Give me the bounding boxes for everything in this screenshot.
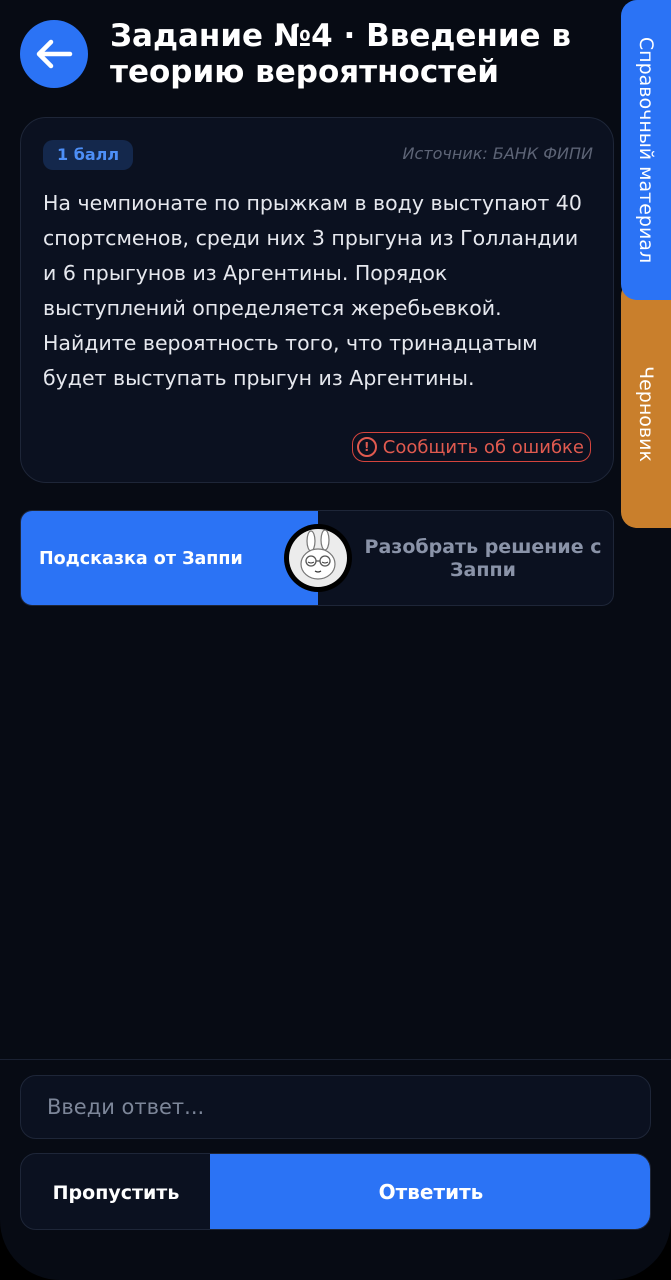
zappi-hint-bar: Подсказка от Заппи Разобрать решение с З… <box>20 510 614 606</box>
skip-button[interactable]: Пропустить <box>21 1154 211 1229</box>
zappi-hint-button[interactable]: Подсказка от Заппи <box>21 511 318 605</box>
task-source: Источник: БАНК ФИПИ <box>402 144 593 163</box>
zappi-bunny-icon <box>289 529 347 587</box>
answer-input[interactable] <box>20 1075 651 1139</box>
tab-draft[interactable]: Черновик <box>621 280 671 528</box>
exclamation-circle-icon: ! <box>356 437 377 457</box>
submit-button[interactable]: Ответить <box>210 1154 650 1229</box>
zappi-solution-button[interactable]: Разобрать решение с Заппи <box>351 511 613 605</box>
tab-reference-label: Справочный материал <box>635 36 657 264</box>
points-badge: 1 балл <box>43 140 134 170</box>
task-text: На чемпионате по прыжкам в воду выступаю… <box>43 191 582 390</box>
report-error-label: Сообщить об ошибке <box>382 436 584 458</box>
action-row: Пропустить Ответить <box>20 1153 651 1230</box>
zappi-avatar <box>284 524 352 592</box>
zappi-solution-label: Разобрать решение с Заппи <box>364 536 602 581</box>
bottom-divider <box>0 1059 671 1060</box>
tab-draft-label: Черновик <box>635 366 658 462</box>
arrow-left-icon <box>36 39 73 69</box>
tab-reference-material[interactable]: Справочный материал <box>621 0 671 300</box>
task-screen: Задание №4 · Введение в теорию вероятнос… <box>0 0 671 1280</box>
back-button[interactable] <box>20 20 88 88</box>
page-title: Задание №4 · Введение в теорию вероятнос… <box>110 18 571 90</box>
task-card: 1 балл Источник: БАНК ФИПИ На чемпионате… <box>20 117 614 483</box>
report-error-button[interactable]: ! Сообщить об ошибке <box>351 432 591 462</box>
zappi-hint-label: Подсказка от Заппи <box>39 549 243 569</box>
